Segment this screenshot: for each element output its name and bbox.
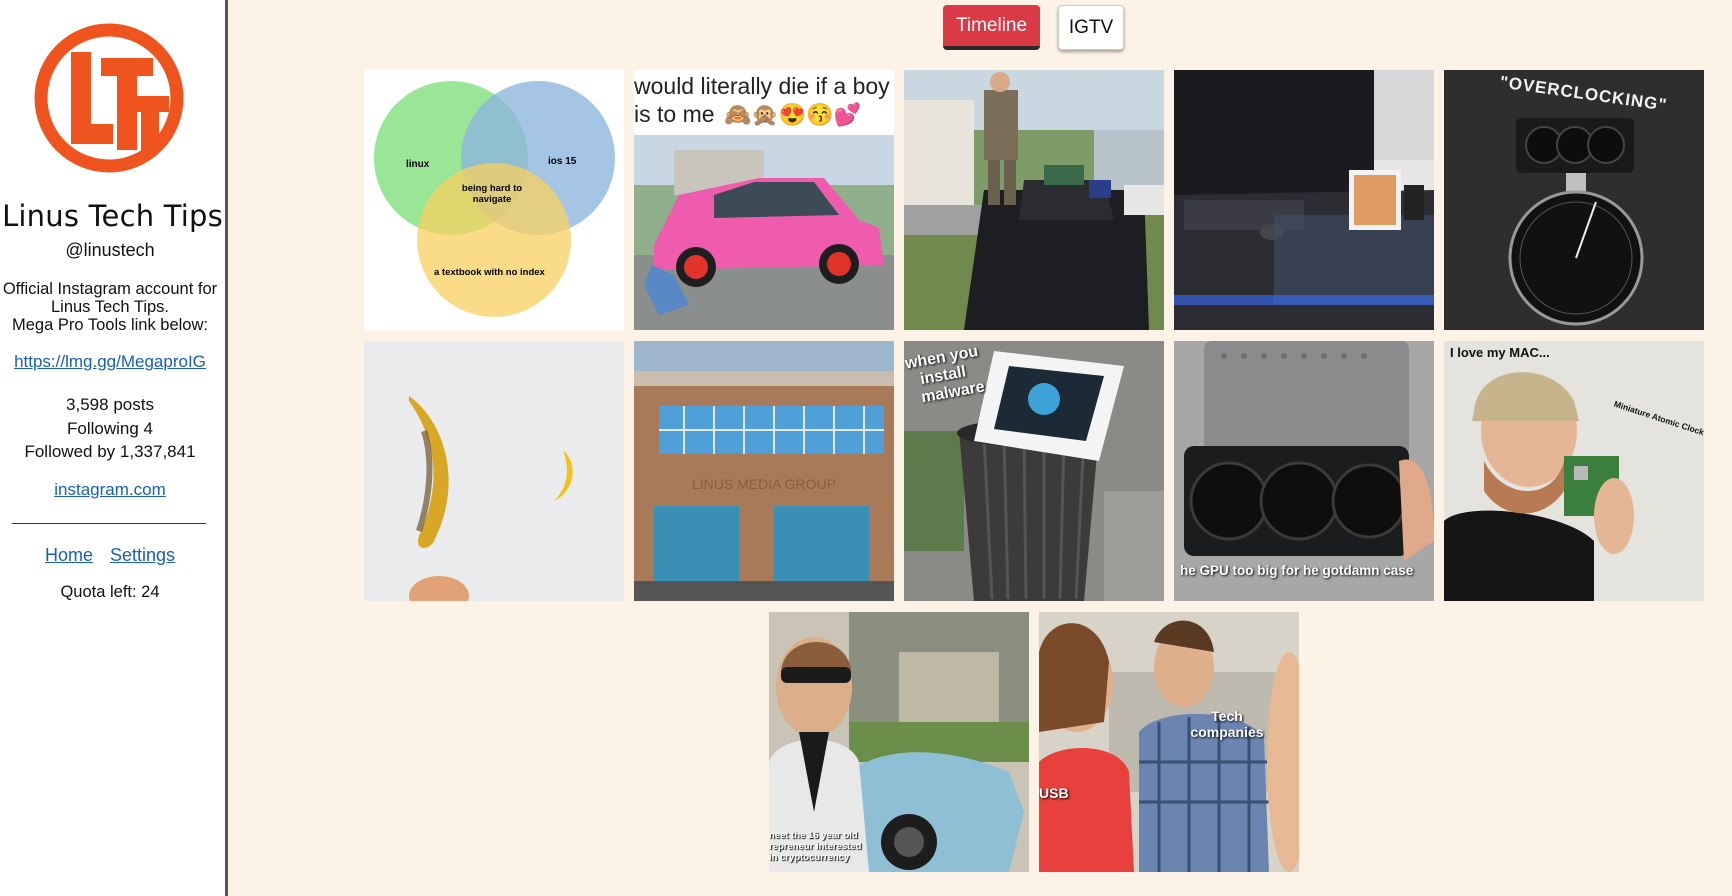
venn-label-a: linux (406, 159, 430, 170)
profile-name: Linus Tech Tips (2, 199, 223, 233)
bio-link[interactable]: https://lmg.gg/MegaproIG (0, 352, 220, 372)
post-tile-11[interactable]: neet the 16 year old repreneur intereste… (769, 612, 1029, 872)
post-tile-8[interactable]: when you install malware (904, 341, 1164, 601)
following-stat: Following 4 (0, 417, 220, 441)
profile-bio: Official Instagram account for Linus Tec… (0, 280, 220, 334)
profile-handle: @linustech (65, 240, 155, 260)
post-caption: he GPU too big for he gotdamn case (1180, 563, 1414, 578)
venn-label-c: a textbook with no index (434, 267, 545, 278)
emoji-icons: 🙈🙊😍😚💕 (724, 102, 861, 127)
instagram-link[interactable]: instagram.com (0, 480, 220, 500)
post-tile-5[interactable]: "OVERCLOCKING" (1444, 70, 1704, 330)
post-tile-9[interactable]: he GPU too big for he gotdamn case (1174, 341, 1434, 601)
posts-stat: 3,598 posts (0, 393, 220, 417)
post-tile-3[interactable] (904, 70, 1164, 330)
caption-line: companies (1190, 724, 1264, 740)
post-tile-6[interactable] (364, 341, 624, 601)
bio-line: Mega Pro Tools link below: (12, 316, 208, 334)
post-tile-10[interactable]: I love my MAC... Miniature Atomic Clock (1444, 341, 1704, 601)
post-tile-7[interactable]: LINUS MEDIA GROUP (634, 341, 894, 601)
sidebar-divider (12, 523, 206, 524)
tab-timeline[interactable]: Timeline (943, 5, 1040, 50)
posts-count: 3,598 (66, 395, 109, 414)
posts-label: posts (113, 395, 154, 414)
post-caption: neet the 16 year old repreneur intereste… (769, 830, 861, 863)
caption-line: repreneur interested (769, 841, 862, 852)
meme-label-left: USB (1039, 785, 1069, 801)
meme-label-right: Tech companies (1187, 708, 1267, 740)
post-caption: would literally die if a boy c (634, 73, 894, 99)
bio-line: Linus Tech Tips. (50, 298, 169, 316)
bio-line: Official Instagram account for (2, 280, 218, 298)
following-label: Following (66, 418, 139, 438)
profile-sidebar: Linus Tech Tips @linustech Official Inst… (0, 0, 228, 896)
venn-label-b: ios 15 (548, 156, 577, 167)
caption-line: neet the 16 year old (769, 830, 858, 841)
home-link[interactable]: Home (45, 545, 93, 565)
settings-link[interactable]: Settings (110, 545, 175, 565)
building-sign: LINUS MEDIA GROUP (692, 476, 836, 492)
post-tile-4[interactable] (1174, 70, 1434, 330)
tab-igtv[interactable]: IGTV (1058, 5, 1124, 50)
profile-stats: 3,598 posts Following 4 Followed by 1,33… (0, 393, 220, 464)
ltt-logo-icon (33, 22, 185, 174)
followers-stat: Followed by 1,337,841 (0, 440, 220, 464)
followers-label: Followed by (24, 442, 116, 461)
post-caption: I love my MAC... (1450, 345, 1550, 360)
caption-line: in cryptocurrency (769, 852, 850, 863)
post-tile-2[interactable]: would literally die if a boy c is to me … (634, 70, 894, 330)
quota-text: Quota left: 24 (60, 583, 160, 601)
post-caption: is to me (634, 101, 715, 127)
post-tile-12[interactable]: USB Tech companies (1039, 612, 1299, 872)
post-tile-1[interactable]: linux ios 15 being hard to navigate a te… (364, 70, 624, 330)
venn-label-ab: being hard to navigate (461, 183, 523, 205)
following-count: 4 (143, 418, 153, 438)
caption-line: Tech (1211, 708, 1243, 724)
sidebar-nav: Home Settings (0, 545, 220, 566)
followers-count: 1,337,841 (119, 442, 196, 461)
